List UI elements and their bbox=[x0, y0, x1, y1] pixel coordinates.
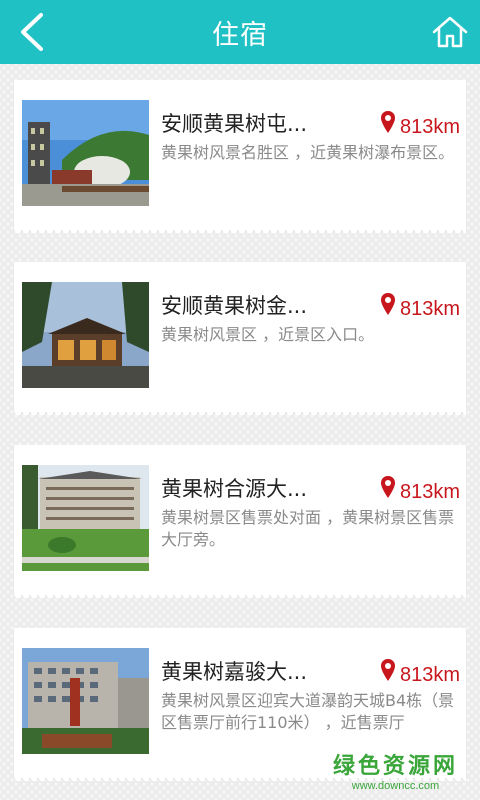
distance-value: 813km bbox=[399, 116, 460, 138]
watermark: 绿色资源网 www.downcc.com bbox=[333, 748, 458, 792]
hotel-name: 黄果树合源大... bbox=[161, 477, 308, 501]
hotel-thumbnail bbox=[22, 648, 149, 754]
distance-value: 813km bbox=[399, 298, 460, 320]
watermark-title: 绿色资源网 bbox=[332, 754, 458, 779]
map-pin-icon bbox=[380, 659, 395, 681]
top-bar: 住宿 bbox=[0, 0, 480, 64]
hotel-card[interactable]: 安顺黄果树屯... 813km 黄果树风景名胜区 ，近黄果树瀑布景区。 bbox=[14, 80, 466, 236]
distance: 813km bbox=[380, 475, 460, 504]
hotel-name: 安顺黄果树金... bbox=[161, 294, 308, 318]
page-title: 住宿 bbox=[212, 19, 268, 51]
distance: 813km bbox=[380, 658, 460, 687]
hotel-address: 黄果树风景名胜区 ，近黄果树瀑布景区。 bbox=[161, 143, 455, 162]
distance-value: 813km bbox=[399, 481, 460, 503]
home-icon bbox=[432, 16, 468, 48]
chevron-left-icon bbox=[21, 13, 43, 51]
home-button[interactable] bbox=[428, 10, 472, 54]
distance-value: 813km bbox=[399, 664, 460, 686]
distance: 813km bbox=[380, 292, 460, 321]
hotel-card[interactable]: 安顺黄果树金... 813km 黄果树风景区 ，近景区入口。 bbox=[14, 262, 466, 418]
hotel-thumbnail bbox=[22, 465, 149, 571]
map-pin-icon bbox=[380, 111, 395, 133]
map-pin-icon bbox=[380, 293, 395, 315]
hotel-name: 安顺黄果树屯... bbox=[161, 112, 308, 136]
watermark-url: www.downcc.com bbox=[351, 780, 440, 792]
hotel-address: 黄果树风景区迎宾大道瀑韵天城B4栋（景区售票厅前行110米） ，近售票厅 bbox=[161, 691, 455, 732]
hotel-card[interactable]: 黄果树合源大... 813km 黄果树景区售票处对面 ，黄果树景区售票大厅旁。 bbox=[14, 445, 466, 601]
map-pin-icon bbox=[380, 476, 395, 498]
hotel-address: 黄果树景区售票处对面 ，黄果树景区售票大厅旁。 bbox=[161, 508, 455, 549]
hotel-name: 黄果树嘉骏大... bbox=[161, 660, 308, 684]
hotel-address: 黄果树风景区 ，近景区入口。 bbox=[161, 325, 375, 344]
hotel-thumbnail bbox=[22, 100, 149, 206]
hotel-thumbnail bbox=[22, 282, 149, 388]
back-button[interactable] bbox=[8, 8, 56, 56]
distance: 813km bbox=[380, 110, 460, 139]
